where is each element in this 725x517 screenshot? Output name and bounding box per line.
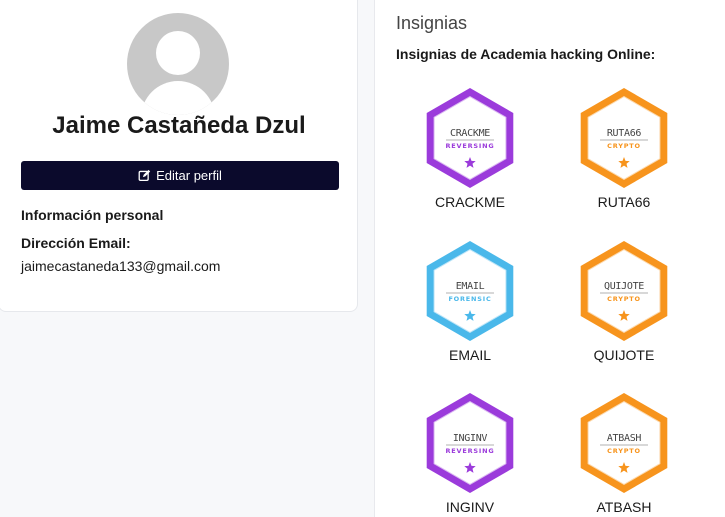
badge-quijote[interactable]: QUIJOTE CRYPTO QUIJOTE [569, 239, 679, 379]
badge-email[interactable]: EMAIL FORENSIC EMAIL [415, 239, 525, 379]
badge-crackme[interactable]: CRACKME REVERSING CRACKME [415, 86, 525, 226]
badge-hexagon-icon: EMAIL FORENSIC [426, 241, 514, 341]
badges-subtitle: Insignias de Academia hacking Online: [396, 46, 656, 62]
badge-art-subtitle: REVERSING [446, 142, 495, 150]
badge-hexagon-icon: QUIJOTE CRYPTO [580, 241, 668, 341]
badge-label: CRACKME [434, 194, 505, 210]
badge-hexagon-icon: INGINV REVERSING [426, 393, 514, 493]
email-value: jaimecastaneda133@gmail.com [21, 258, 221, 274]
badge-ruta66[interactable]: RUTA66 CRYPTO RUTA66 [569, 86, 679, 226]
badge-label: QUIJOTE [593, 347, 655, 363]
badge-label: RUTA66 [597, 194, 651, 210]
badge-art-subtitle: CRYPTO [607, 142, 641, 150]
personal-info-heading: Información personal [21, 207, 164, 223]
profile-name: Jaime Castañeda Dzul [52, 112, 306, 139]
badge-atbash[interactable]: ATBASH CRYPTO ATBASH [569, 391, 679, 517]
badge-art-subtitle: CRYPTO [607, 295, 641, 303]
badge-label: EMAIL [448, 347, 491, 363]
badge-art-title: INGINV [453, 433, 488, 444]
badge-label: ATBASH [596, 499, 652, 515]
badge-art-title: ATBASH [607, 433, 642, 444]
badge-art-title: EMAIL [456, 281, 485, 292]
avatar-body-shape [141, 81, 215, 115]
badge-art-title: QUIJOTE [604, 281, 644, 292]
badge-art-subtitle: FORENSIC [448, 295, 491, 303]
edit-profile-label: Editar perfil [156, 168, 222, 183]
badge-art-title: RUTA66 [607, 128, 642, 139]
badge-art-subtitle: CRYPTO [607, 447, 641, 455]
edit-profile-button[interactable]: Editar perfil [21, 161, 339, 190]
email-label: Dirección Email: [21, 235, 131, 251]
badge-label: INGINV [445, 499, 495, 515]
avatar-head-shape [156, 31, 200, 75]
badges-title: Insignias [396, 13, 468, 33]
badge-inginv[interactable]: INGINV REVERSING INGINV [415, 391, 525, 517]
badge-hexagon-icon: RUTA66 CRYPTO [580, 88, 668, 188]
badge-art-subtitle: REVERSING [446, 447, 495, 455]
badge-art-title: CRACKME [450, 128, 490, 139]
avatar [127, 13, 229, 115]
badges-panel: Insignias Insignias de Academia hacking … [375, 0, 725, 517]
badge-hexagon-icon: ATBASH CRYPTO [580, 393, 668, 493]
edit-icon [138, 169, 151, 182]
profile-card: Jaime Castañeda Dzul Editar perfil Infor… [0, 0, 358, 312]
badge-hexagon-icon: CRACKME REVERSING [426, 88, 514, 188]
